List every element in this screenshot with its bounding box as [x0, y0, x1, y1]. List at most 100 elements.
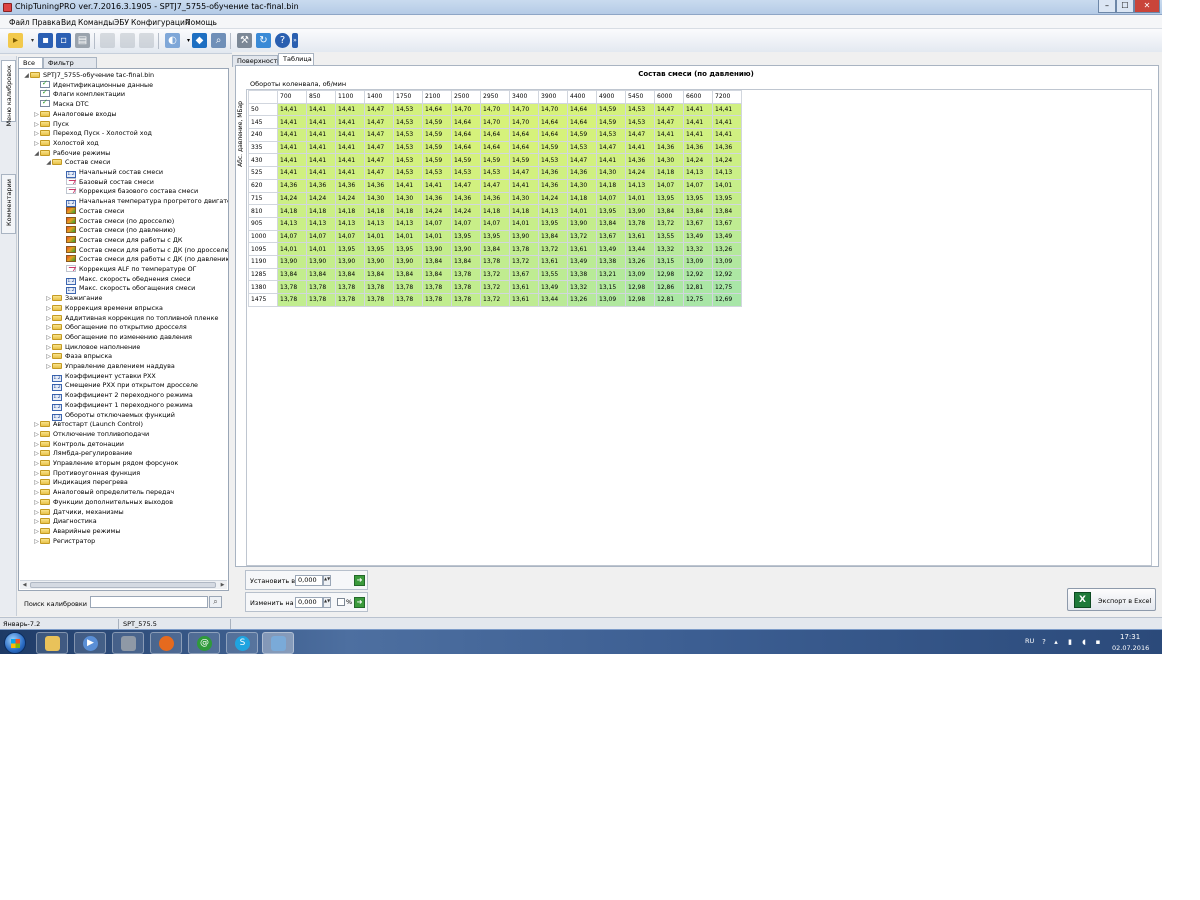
table-cell[interactable]: 14,07 — [277, 229, 307, 244]
tree-item[interactable]: Состав смеси для работы с ДК (по давлени… — [59, 255, 228, 264]
column-header[interactable]: 5450 — [625, 90, 655, 104]
table-cell[interactable]: 13,49 — [596, 242, 626, 256]
table-cell[interactable]: 14,53 — [480, 166, 510, 180]
table-cell[interactable]: 13,32 — [654, 242, 684, 256]
table-cell[interactable]: 13,90 — [422, 242, 452, 256]
row-header[interactable]: 1000 — [248, 229, 278, 244]
table-cell[interactable]: 14,41 — [683, 102, 713, 117]
save-icon[interactable]: ▪ — [38, 33, 53, 48]
table-cell[interactable]: 14,24 — [306, 191, 336, 206]
table-cell[interactable]: 14,59 — [422, 140, 452, 155]
table-cell[interactable]: 13,90 — [625, 204, 655, 218]
table-cell[interactable]: 12,81 — [683, 280, 713, 294]
table-cell[interactable]: 14,53 — [393, 140, 423, 155]
tree-item[interactable]: ▷ Автостарт (Launch Control) — [33, 420, 143, 429]
table-cell[interactable]: 14,41 — [306, 140, 336, 155]
table-cell[interactable]: 14,41 — [683, 128, 713, 142]
tree-item[interactable]: Коэффициент 1 переходного режима — [45, 401, 193, 411]
table-cell[interactable]: 14,59 — [596, 115, 626, 130]
menu-configuration[interactable]: Конфигурация — [131, 18, 189, 27]
table-cell[interactable]: 14,41 — [335, 140, 365, 155]
table-cell[interactable]: 14,41 — [335, 115, 365, 130]
tree-expander-icon[interactable]: ▷ — [45, 343, 52, 352]
table-cell[interactable]: 12,81 — [654, 293, 684, 307]
table-cell[interactable]: 12,69 — [712, 293, 742, 307]
table-cell[interactable]: 14,13 — [335, 216, 365, 231]
table-cell[interactable]: 13,61 — [538, 254, 568, 269]
table-cell[interactable]: 13,67 — [509, 267, 539, 282]
table-cell[interactable]: 14,30 — [364, 191, 394, 206]
tree-item[interactable]: ▷ Датчики, механизмы — [33, 508, 124, 517]
table-cell[interactable]: 14,41 — [277, 115, 307, 130]
table-cell[interactable]: 14,64 — [422, 102, 452, 117]
row-header[interactable]: 1475 — [248, 293, 278, 307]
set-value-input[interactable]: 0,000 — [295, 575, 323, 586]
menu-commands[interactable]: Команды — [78, 18, 114, 27]
table-cell[interactable]: 13,67 — [683, 216, 713, 231]
clock-date[interactable]: 02.07.2016 — [1112, 644, 1149, 652]
column-header[interactable]: 2950 — [480, 90, 510, 104]
column-header[interactable]: 4900 — [596, 90, 626, 104]
table-cell[interactable]: 13,84 — [538, 229, 568, 244]
table-cell[interactable]: 14,64 — [567, 102, 597, 117]
tree-expander-icon[interactable]: ▷ — [33, 120, 40, 129]
table-cell[interactable]: 14,07 — [596, 191, 626, 206]
tree-item[interactable]: ▷ Диагностика — [33, 517, 97, 526]
tree-expander-icon[interactable]: ▷ — [33, 110, 40, 119]
tree-expander-icon[interactable]: ▷ — [45, 294, 52, 303]
table-cell[interactable]: 13,72 — [538, 242, 568, 256]
column-header[interactable]: 6600 — [683, 90, 713, 104]
table-cell[interactable]: 14,64 — [509, 140, 539, 155]
table-cell[interactable]: 13,09 — [712, 254, 742, 269]
maximize-button[interactable]: ☐ — [1116, 0, 1134, 13]
tree-item[interactable]: Обороты отключаемых функций — [45, 411, 175, 421]
table-cell[interactable]: 14,30 — [393, 191, 423, 206]
table-cell[interactable]: 13,49 — [683, 229, 713, 244]
table-cell[interactable]: 13,90 — [277, 254, 307, 269]
tree-expander-icon[interactable]: ▷ — [33, 430, 40, 439]
table-cell[interactable]: 14,18 — [480, 204, 510, 218]
table-cell[interactable]: 14,41 — [277, 128, 307, 142]
table-cell[interactable]: 13,78 — [393, 280, 423, 294]
table-cell[interactable]: 13,78 — [277, 293, 307, 307]
table-cell[interactable]: 14,59 — [451, 153, 481, 168]
tree-item[interactable]: Коррекция ALF по температуре ОГ — [59, 265, 197, 274]
table-cell[interactable]: 13,78 — [335, 280, 365, 294]
table-cell[interactable]: 14,30 — [654, 153, 684, 168]
table-cell[interactable]: 14,36 — [538, 166, 568, 180]
table-cell[interactable]: 14,18 — [306, 204, 336, 218]
table-cell[interactable]: 14,24 — [683, 153, 713, 168]
menu-ecu[interactable]: ЭБУ — [114, 18, 129, 27]
export-excel-button[interactable]: X Экспорт в Excel — [1067, 588, 1156, 611]
table-cell[interactable]: 13,95 — [683, 191, 713, 206]
table-cell[interactable]: 13,67 — [712, 216, 742, 231]
table-cell[interactable]: 13,32 — [683, 242, 713, 256]
table-cell[interactable]: 13,78 — [335, 293, 365, 307]
table-cell[interactable]: 14,07 — [306, 229, 336, 244]
table-cell[interactable]: 14,41 — [712, 128, 742, 142]
tree-expander-icon[interactable]: ▷ — [33, 449, 40, 458]
change-value-input[interactable]: 0,000 — [295, 597, 323, 608]
table-cell[interactable]: 14,36 — [683, 140, 713, 155]
tools-icon[interactable]: ⚒ — [237, 33, 252, 48]
table-cell[interactable]: 14,53 — [393, 102, 423, 117]
table-cell[interactable]: 14,18 — [393, 204, 423, 218]
table-cell[interactable]: 14,36 — [712, 140, 742, 155]
tree-item[interactable]: ▷ Управление давлением наддува — [45, 362, 175, 371]
table-cell[interactable]: 13,95 — [654, 191, 684, 206]
table-cell[interactable]: 12,75 — [712, 280, 742, 294]
tree-item[interactable]: Маска DTC — [33, 98, 89, 109]
table-cell[interactable]: 14,59 — [480, 153, 510, 168]
table-cell[interactable]: 14,36 — [306, 178, 336, 193]
table-cell[interactable]: 14,13 — [277, 216, 307, 231]
table-cell[interactable]: 14,41 — [335, 153, 365, 168]
tree-item[interactable]: ▷ Зажигание — [45, 294, 102, 303]
table-cell[interactable]: 14,13 — [306, 216, 336, 231]
row-header[interactable]: 1285 — [248, 267, 278, 282]
tree-expander-icon[interactable]: ▷ — [33, 498, 40, 507]
table-cell[interactable]: 14,53 — [451, 166, 481, 180]
tree-item[interactable]: ▷ Пуск — [33, 120, 69, 129]
table-cell[interactable]: 14,36 — [451, 191, 481, 206]
column-header[interactable]: 2100 — [422, 90, 452, 104]
apply-set-button[interactable]: ➜ — [354, 575, 365, 586]
